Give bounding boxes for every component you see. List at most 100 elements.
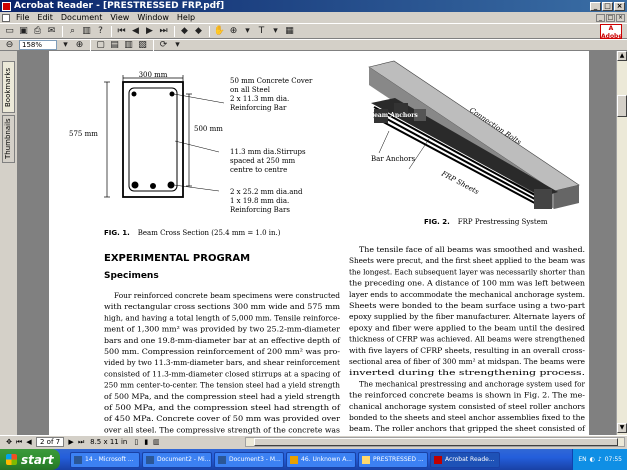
tab-bookmarks[interactable]: Bookmarks <box>2 61 15 113</box>
taskbar-button[interactable]: Document2 - Mi... <box>142 451 212 468</box>
fig1-annotation-bottom-bars: 2 x 25.2 mm dia.and 1 x 19.8 mm dia. Rei… <box>230 188 305 214</box>
facing-pages-icon[interactable]: ▥ <box>151 438 161 446</box>
language-indicator[interactable]: EN <box>578 456 586 463</box>
actual-size-icon[interactable]: ▢ <box>94 39 107 51</box>
close-button[interactable]: × <box>614 1 625 11</box>
fig2-label-beam-anchors: Beam Anchors <box>369 112 418 119</box>
taskbar-button-label: 46. Unknown A... <box>301 456 352 463</box>
top-bar-right <box>169 91 175 97</box>
menu-document[interactable]: Document <box>57 13 106 22</box>
go-forward-icon[interactable]: ◆ <box>192 25 205 37</box>
horizontal-scroll-thumb[interactable] <box>254 438 618 446</box>
column-select-icon[interactable]: ▦ <box>283 25 296 37</box>
fit-page-icon[interactable]: ▤ <box>108 39 121 51</box>
find-icon[interactable]: ⌕ <box>66 25 79 37</box>
right-body-line: beam. The roller anchors that gripped th… <box>349 424 586 433</box>
menu-help[interactable]: Help <box>173 13 199 22</box>
acrobat-app-icon[interactable] <box>2 1 11 11</box>
document-icon[interactable] <box>2 13 10 22</box>
start-label: start <box>21 452 54 467</box>
zoom-dropdown-icon[interactable]: ▾ <box>241 25 254 37</box>
print-icon[interactable]: ⎙ <box>31 25 44 37</box>
menu-file[interactable]: File <box>12 13 33 22</box>
text-select-icon[interactable]: T <box>255 25 268 37</box>
first-page-icon[interactable]: ⏮ <box>115 25 128 37</box>
vertical-scrollbar[interactable]: ▲ ▼ <box>616 51 627 435</box>
right-body-line: the longest. Each subsequent layer was n… <box>349 267 585 276</box>
status-first-page-icon[interactable]: ⏮ <box>14 438 24 447</box>
menu-bar: File Edit Document View Window Help _ □ … <box>0 12 627 23</box>
zoom-in-icon[interactable]: ⊕ <box>227 25 240 37</box>
zoom-level-field[interactable]: 158% <box>19 40 57 50</box>
doc-minimize-button[interactable]: _ <box>596 13 605 22</box>
hand-tool-icon[interactable]: ✋ <box>213 25 226 37</box>
menu-view[interactable]: View <box>106 13 133 22</box>
horizontal-scrollbar[interactable] <box>245 437 625 447</box>
left-body-line: consisted of 11.3-mm-diameter closed sti… <box>104 369 341 378</box>
scroll-down-icon[interactable]: ▼ <box>617 423 627 433</box>
document-view[interactable]: 300 mm 575 mm 500 mm 50 mm Concrete Cove… <box>18 51 616 435</box>
toolbar-separator <box>111 25 112 37</box>
email-icon[interactable]: ✉ <box>45 25 58 37</box>
doc-close-button[interactable]: × <box>616 13 625 22</box>
zoom-out-icon[interactable]: ⊖ <box>3 39 16 51</box>
help-icon[interactable]: ? <box>94 25 107 37</box>
taskbar-button[interactable]: Acrobat Reade... <box>430 451 500 468</box>
fit-visible-icon[interactable]: ▧ <box>136 39 149 51</box>
continuous-icon[interactable]: ▮ <box>141 438 151 446</box>
toolbar-separator <box>62 25 63 37</box>
save-icon[interactable]: ▣ <box>17 25 30 37</box>
taskbar-buttons: 14 - Microsoft ... Document2 - Mi... Docum… <box>70 451 500 468</box>
prev-page-icon[interactable]: ◀ <box>129 25 142 37</box>
panel-icon[interactable]: ▥ <box>80 25 93 37</box>
next-page-icon[interactable]: ▶ <box>143 25 156 37</box>
doc-restore-button[interactable]: □ <box>606 13 615 22</box>
application-icon <box>290 455 298 464</box>
maximize-button[interactable]: □ <box>602 1 613 11</box>
page-number-field[interactable]: 2 of 7 <box>36 437 65 447</box>
application-icon <box>146 455 154 464</box>
window-title: Acrobat Reader - [PRESTRESSED FRP.pdf] <box>14 1 225 11</box>
status-last-page-icon[interactable]: ⏭ <box>76 438 86 447</box>
go-back-icon[interactable]: ◆ <box>178 25 191 37</box>
taskbar-button[interactable]: 46. Unknown A... <box>286 451 356 468</box>
rotate-dropdown-icon[interactable]: ▾ <box>171 39 184 51</box>
menu-window[interactable]: Window <box>133 13 173 22</box>
rotate-icon[interactable]: ⟳ <box>157 39 170 51</box>
tray-icon[interactable]: ◐ <box>590 456 595 463</box>
taskbar-button[interactable]: Document3 - M... <box>214 451 284 468</box>
taskbar-button[interactable]: PRESTRESSED ... <box>358 451 428 468</box>
right-body-line: The mechanical prestressing and anchorag… <box>359 379 585 388</box>
fit-width-icon[interactable]: ▥ <box>122 39 135 51</box>
left-body-line: with rectangular cross sections 300 mm w… <box>104 302 340 311</box>
last-page-icon[interactable]: ⏭ <box>157 25 170 37</box>
left-body-line: of 450 MPa. Concrete cover of 50 mm was … <box>104 414 340 423</box>
section-heading: EXPERIMENTAL PROGRAM <box>104 253 250 264</box>
single-page-icon[interactable]: ▯ <box>131 438 141 446</box>
taskbar-button-label: Acrobat Reade... <box>445 456 495 463</box>
clock: 07:55 <box>604 456 622 463</box>
vertical-scroll-thumb[interactable] <box>617 95 627 117</box>
toolbar-separator <box>153 39 154 51</box>
left-body-line: high, and having a total length of 5,000… <box>104 313 340 322</box>
minimize-button[interactable]: _ <box>590 1 601 11</box>
menu-edit[interactable]: Edit <box>33 13 57 22</box>
left-body-line: ment of 1,300 mm² was provided by two 25… <box>104 325 340 334</box>
status-next-page-icon[interactable]: ▶ <box>66 438 76 446</box>
right-body-line: chanical anchorage system consisted of s… <box>349 402 585 411</box>
taskbar-button[interactable]: 14 - Microsoft ... <box>70 451 140 468</box>
right-body-line: the reinforced concrete beams is shown i… <box>349 391 586 400</box>
zoom-menu-chevron-icon[interactable]: ▾ <box>59 39 72 51</box>
right-body-line: epoxy and fiber were applied to the beam… <box>349 323 585 332</box>
fig1-caption: FIG. 1. Beam Cross Section (25.4 mm = 1.0… <box>104 229 281 237</box>
start-button[interactable]: start <box>0 449 60 470</box>
scroll-up-icon[interactable]: ▲ <box>617 51 627 61</box>
main-toolbar: ▭ ▣ ⎙ ✉ ⌕ ▥ ? ⏮ ◀ ▶ ⏭ ◆ ◆ ✋ ⊕ ▾ T ▾ ▦ AA… <box>0 23 627 40</box>
status-nav-icon[interactable]: ✥ <box>4 438 14 446</box>
open-icon[interactable]: ▭ <box>3 25 16 37</box>
tab-thumbnails[interactable]: Thumbnails <box>2 115 15 163</box>
speaker-icon[interactable]: ♪ <box>598 456 602 463</box>
status-prev-page-icon[interactable]: ◀ <box>24 438 34 446</box>
zoom-plus-icon[interactable]: ⊕ <box>73 39 86 51</box>
text-dropdown-icon[interactable]: ▾ <box>269 25 282 37</box>
